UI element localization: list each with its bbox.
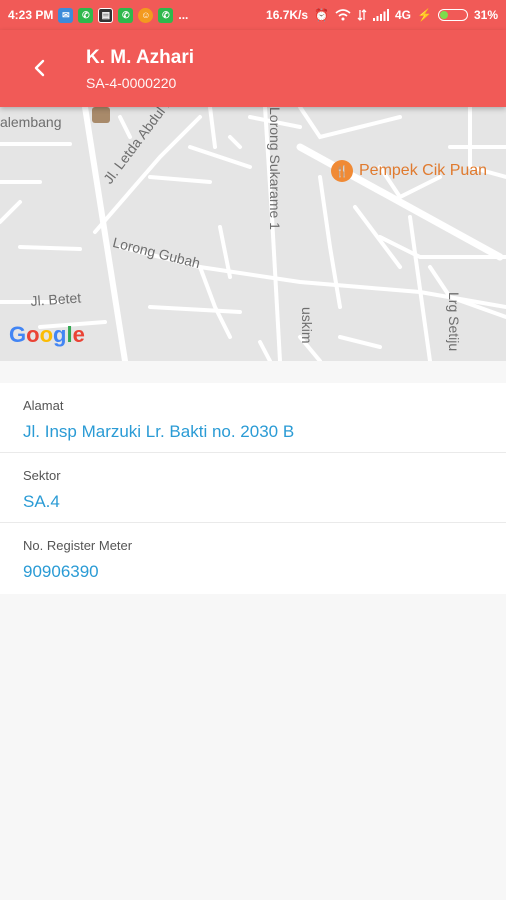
sector-value[interactable]: SA.4 xyxy=(23,492,60,512)
meter-number-value[interactable]: 90906390 xyxy=(23,562,99,582)
alarm-icon: ⏰ xyxy=(314,8,329,22)
map-label-street: uskim xyxy=(299,307,315,344)
google-logo: Google xyxy=(9,322,85,348)
detail-label: No. Register Meter xyxy=(23,538,133,553)
map-marker-icon xyxy=(92,107,110,123)
status-bar: 4:23 PM ✉ ✆ ▤ ✆ ☺ ✆ ... 16.7K/s ⏰ 4G ⚡ 3… xyxy=(0,0,506,30)
map-label-street: Lorong Sukarame 1 xyxy=(267,107,283,230)
net-speed: 16.7K/s xyxy=(266,8,309,22)
vpn-icon: ☺ xyxy=(138,7,154,23)
battery-percent: 31% xyxy=(473,8,498,22)
google-logo-letter: e xyxy=(72,322,85,347)
google-logo-letter: G xyxy=(9,322,27,347)
restaurant-icon: 🍴 xyxy=(331,160,353,182)
map-label-street: Lrg Setiju xyxy=(446,292,462,352)
page-subtitle: SA-4-0000220 xyxy=(86,75,177,91)
whatsapp-icon: ✆ xyxy=(78,7,94,23)
charging-icon: ⚡ xyxy=(417,8,432,22)
map-poi[interactable]: 🍴 Pempek Cik Puan xyxy=(331,160,487,182)
map-label-street: alembang xyxy=(0,114,62,130)
mail-icon: ✉ xyxy=(58,7,74,23)
address-value[interactable]: Jl. Insp Marzuki Lr. Bakti no. 2030 B xyxy=(23,422,294,442)
google-logo-letter: g xyxy=(53,322,67,347)
poi-label: Pempek Cik Puan xyxy=(359,162,488,179)
google-logo-letter: o xyxy=(26,322,40,347)
battery-icon xyxy=(437,9,468,21)
detail-row-address: Alamat Jl. Insp Marzuki Lr. Bakti no. 20… xyxy=(0,383,506,453)
battery-level xyxy=(439,11,448,19)
signal-icon xyxy=(373,9,389,21)
network-type: 4G xyxy=(395,8,412,22)
back-arrow-icon xyxy=(34,59,45,77)
detail-label: Sektor xyxy=(23,468,61,483)
detail-row-sector: Sektor SA.4 xyxy=(0,453,506,523)
google-logo-letter: o xyxy=(39,322,54,347)
more-notifications-icon: ... xyxy=(178,8,189,22)
wifi-icon xyxy=(335,9,351,21)
detail-label: Alamat xyxy=(23,398,64,413)
detail-row-meter: No. Register Meter 90906390 xyxy=(0,523,506,594)
app-bar: K. M. Azhari SA-4-0000220 xyxy=(0,30,506,107)
whatsapp-icon: ✆ xyxy=(158,7,174,23)
data-transfer-icon xyxy=(357,9,367,21)
clock: 4:23 PM xyxy=(8,8,54,22)
back-button[interactable] xyxy=(22,50,58,86)
whatsapp-icon: ✆ xyxy=(118,7,134,23)
chat-icon: ▤ xyxy=(98,7,114,23)
map-view[interactable]: alembang Jl. Letda Abdul Ro Lorong Sukar… xyxy=(0,107,506,361)
page-title: K. M. Azhari xyxy=(86,47,195,68)
details-list: Alamat Jl. Insp Marzuki Lr. Bakti no. 20… xyxy=(0,383,506,594)
